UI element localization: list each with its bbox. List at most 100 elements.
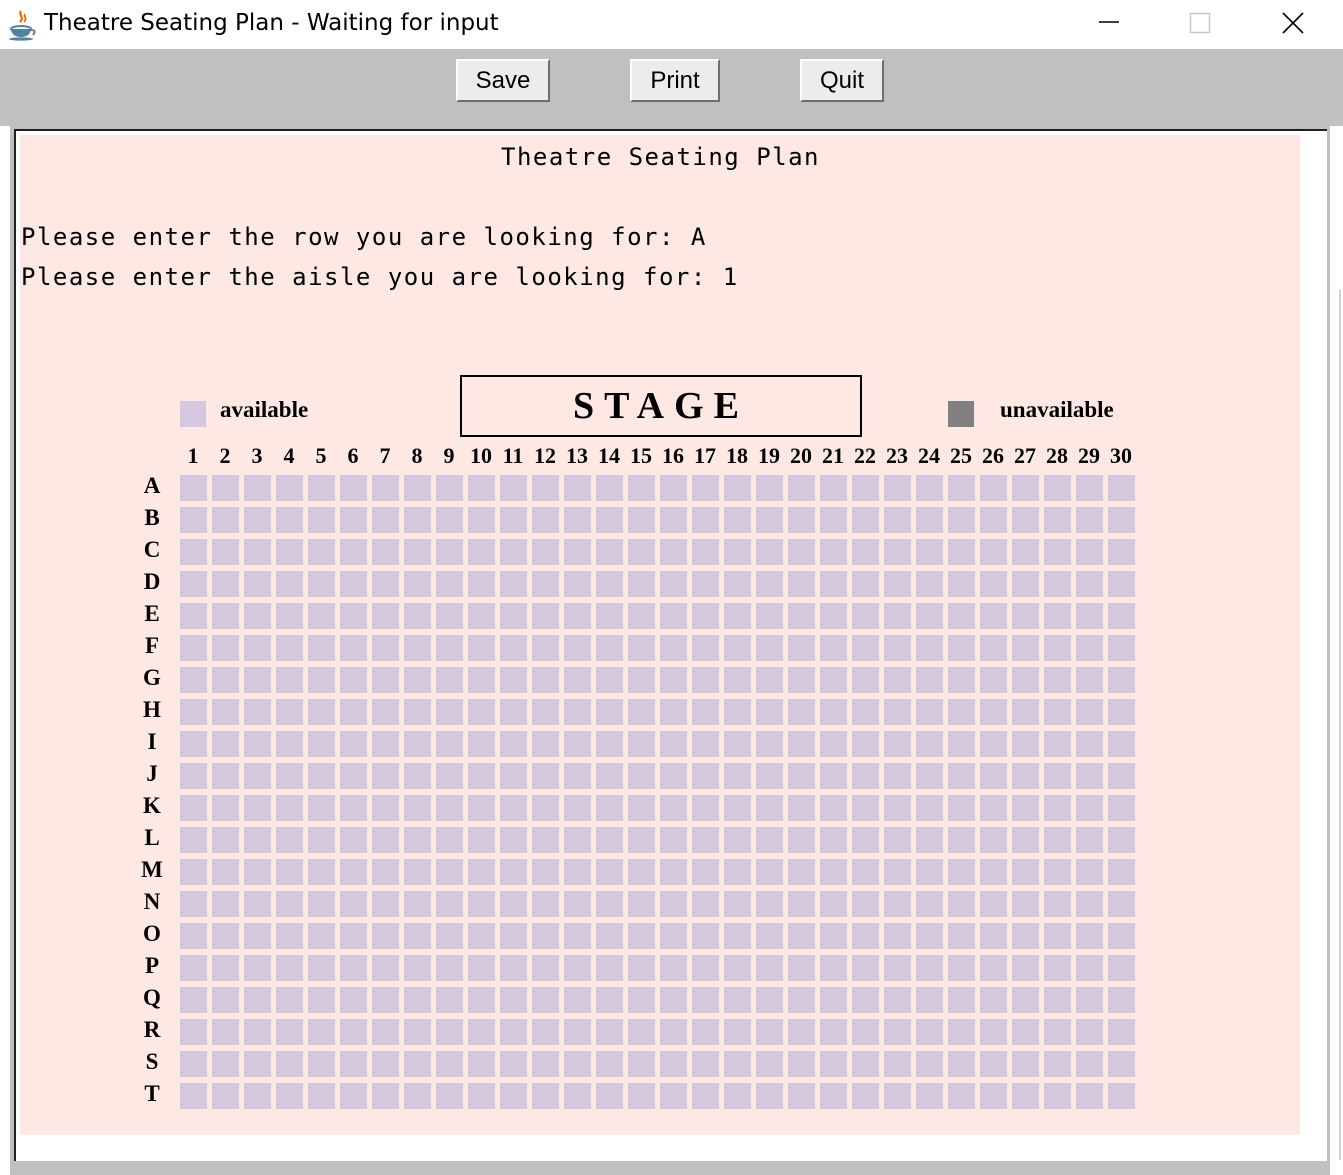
seat-I16[interactable] (660, 731, 687, 757)
seat-S24[interactable] (916, 1051, 943, 1077)
seat-A1[interactable] (180, 475, 207, 501)
seat-S3[interactable] (244, 1051, 271, 1077)
seat-D21[interactable] (820, 571, 847, 597)
seat-M16[interactable] (660, 859, 687, 885)
seat-D1[interactable] (180, 571, 207, 597)
seat-D27[interactable] (1012, 571, 1039, 597)
seat-F30[interactable] (1108, 635, 1135, 661)
seat-Q20[interactable] (788, 987, 815, 1013)
seat-E17[interactable] (692, 603, 719, 629)
seat-S1[interactable] (180, 1051, 207, 1077)
seat-P14[interactable] (596, 955, 623, 981)
seat-F21[interactable] (820, 635, 847, 661)
seat-E24[interactable] (916, 603, 943, 629)
seat-I10[interactable] (468, 731, 495, 757)
seat-B9[interactable] (436, 507, 463, 533)
seat-O27[interactable] (1012, 923, 1039, 949)
seat-F12[interactable] (532, 635, 559, 661)
seat-T20[interactable] (788, 1083, 815, 1109)
seat-F23[interactable] (884, 635, 911, 661)
seat-T23[interactable] (884, 1083, 911, 1109)
seat-A26[interactable] (980, 475, 1007, 501)
seat-I19[interactable] (756, 731, 783, 757)
seat-R23[interactable] (884, 1019, 911, 1045)
seat-N4[interactable] (276, 891, 303, 917)
seat-B22[interactable] (852, 507, 879, 533)
seat-A9[interactable] (436, 475, 463, 501)
seat-P20[interactable] (788, 955, 815, 981)
seat-M4[interactable] (276, 859, 303, 885)
seat-E4[interactable] (276, 603, 303, 629)
seat-L19[interactable] (756, 827, 783, 853)
seat-Q29[interactable] (1076, 987, 1103, 1013)
seat-G4[interactable] (276, 667, 303, 693)
seat-J8[interactable] (404, 763, 431, 789)
seat-J25[interactable] (948, 763, 975, 789)
seat-Q24[interactable] (916, 987, 943, 1013)
seat-S6[interactable] (340, 1051, 367, 1077)
seat-D16[interactable] (660, 571, 687, 597)
seat-E15[interactable] (628, 603, 655, 629)
seat-T26[interactable] (980, 1083, 1007, 1109)
seat-S11[interactable] (500, 1051, 527, 1077)
seat-F5[interactable] (308, 635, 335, 661)
seat-G2[interactable] (212, 667, 239, 693)
seat-T4[interactable] (276, 1083, 303, 1109)
seat-E19[interactable] (756, 603, 783, 629)
seat-J3[interactable] (244, 763, 271, 789)
seat-M10[interactable] (468, 859, 495, 885)
seat-L17[interactable] (692, 827, 719, 853)
seat-C21[interactable] (820, 539, 847, 565)
seat-I1[interactable] (180, 731, 207, 757)
seat-B17[interactable] (692, 507, 719, 533)
seat-K25[interactable] (948, 795, 975, 821)
seat-L10[interactable] (468, 827, 495, 853)
seat-G20[interactable] (788, 667, 815, 693)
seat-J14[interactable] (596, 763, 623, 789)
seat-K17[interactable] (692, 795, 719, 821)
seat-Q6[interactable] (340, 987, 367, 1013)
seat-J1[interactable] (180, 763, 207, 789)
seat-D19[interactable] (756, 571, 783, 597)
seat-H17[interactable] (692, 699, 719, 725)
seat-P22[interactable] (852, 955, 879, 981)
seat-O30[interactable] (1108, 923, 1135, 949)
seat-H11[interactable] (500, 699, 527, 725)
seat-C16[interactable] (660, 539, 687, 565)
seat-H6[interactable] (340, 699, 367, 725)
seat-J22[interactable] (852, 763, 879, 789)
seat-K1[interactable] (180, 795, 207, 821)
seat-S14[interactable] (596, 1051, 623, 1077)
seat-C24[interactable] (916, 539, 943, 565)
seat-I8[interactable] (404, 731, 431, 757)
seat-T5[interactable] (308, 1083, 335, 1109)
seat-O8[interactable] (404, 923, 431, 949)
seat-H10[interactable] (468, 699, 495, 725)
seat-B4[interactable] (276, 507, 303, 533)
seat-C1[interactable] (180, 539, 207, 565)
seat-I30[interactable] (1108, 731, 1135, 757)
seat-D5[interactable] (308, 571, 335, 597)
seat-R24[interactable] (916, 1019, 943, 1045)
seat-R2[interactable] (212, 1019, 239, 1045)
seat-B23[interactable] (884, 507, 911, 533)
seat-S4[interactable] (276, 1051, 303, 1077)
seat-P17[interactable] (692, 955, 719, 981)
seat-P3[interactable] (244, 955, 271, 981)
seat-N14[interactable] (596, 891, 623, 917)
seat-H23[interactable] (884, 699, 911, 725)
close-button[interactable] (1270, 0, 1316, 46)
seat-F16[interactable] (660, 635, 687, 661)
seat-E29[interactable] (1076, 603, 1103, 629)
seat-C10[interactable] (468, 539, 495, 565)
seat-L23[interactable] (884, 827, 911, 853)
seat-H22[interactable] (852, 699, 879, 725)
seat-A23[interactable] (884, 475, 911, 501)
seat-A27[interactable] (1012, 475, 1039, 501)
seat-B18[interactable] (724, 507, 751, 533)
seat-L26[interactable] (980, 827, 1007, 853)
seat-C22[interactable] (852, 539, 879, 565)
seat-M18[interactable] (724, 859, 751, 885)
seat-O13[interactable] (564, 923, 591, 949)
seat-I2[interactable] (212, 731, 239, 757)
